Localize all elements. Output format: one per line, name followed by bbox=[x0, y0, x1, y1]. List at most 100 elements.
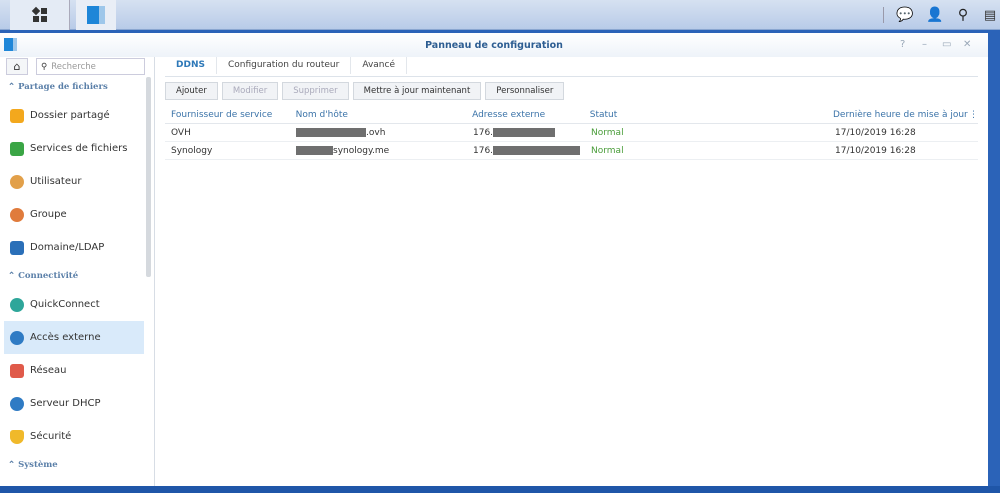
search-input[interactable]: ⚲ Recherche bbox=[36, 58, 145, 75]
domain-icon bbox=[10, 240, 24, 255]
file-services-icon bbox=[10, 141, 24, 156]
sidebar-item-domaine-ldap[interactable]: Domaine/LDAP bbox=[4, 231, 144, 264]
close-button[interactable]: ✕ bbox=[963, 39, 971, 50]
section-label: Système bbox=[18, 460, 58, 470]
customize-button[interactable]: Personnaliser bbox=[485, 82, 565, 100]
sidebar-item-groupe[interactable]: Groupe bbox=[4, 198, 144, 231]
folder-share-icon bbox=[10, 108, 24, 123]
delete-button[interactable]: Supprimer bbox=[282, 82, 349, 100]
cell-status: Normal bbox=[591, 127, 624, 138]
home-button[interactable]: ⌂ bbox=[6, 58, 28, 75]
desktop-bottom-edge bbox=[0, 486, 1000, 493]
taskbar: 💬 👤 ⚲ ▤ bbox=[0, 0, 1000, 30]
column-header-status[interactable]: Statut bbox=[584, 110, 827, 120]
redaction bbox=[296, 145, 333, 155]
divider bbox=[883, 7, 884, 23]
toolbar: Ajouter Modifier Supprimer Mettre à jour… bbox=[165, 82, 565, 100]
sidebar-item-securite[interactable]: Sécurité bbox=[4, 420, 144, 453]
sidebar-item-label: Sécurité bbox=[30, 431, 72, 442]
sidebar-item-quickconnect[interactable]: QuickConnect bbox=[4, 288, 144, 321]
add-button[interactable]: Ajouter bbox=[165, 82, 218, 100]
cell-status: Normal bbox=[591, 145, 624, 156]
column-menu-icon[interactable]: ⋮ bbox=[963, 110, 978, 120]
address-prefix: 176. bbox=[473, 145, 494, 156]
sidebar-item-serveur-dhcp[interactable]: Serveur DHCP bbox=[4, 387, 144, 420]
cell-updated: 17/10/2019 16:28 bbox=[835, 127, 916, 138]
sidebar-item-utilisateur[interactable]: Utilisateur bbox=[4, 165, 144, 198]
ddns-table: Fournisseur de service Nom d'hôte Adress… bbox=[165, 106, 978, 160]
main-menu-button[interactable] bbox=[10, 0, 70, 30]
window-title: Panneau de configuration bbox=[425, 40, 563, 51]
table-row[interactable]: Synology synology.me 176. Normal 17/10/2… bbox=[165, 142, 978, 160]
column-header-address[interactable]: Adresse externe bbox=[466, 110, 584, 120]
sidebar: ⌂ ⚲ Recherche ⌃ Partage de fichiers Dossi… bbox=[0, 57, 155, 486]
network-icon bbox=[10, 363, 24, 378]
cell-address: 176. bbox=[467, 145, 585, 156]
maximize-button[interactable]: ▭ bbox=[942, 39, 951, 50]
user-icon bbox=[10, 174, 24, 189]
cell-updated: 17/10/2019 16:28 bbox=[835, 145, 916, 156]
cell-hostname: synology.me bbox=[290, 145, 467, 156]
globe-icon bbox=[10, 330, 24, 345]
search-icon: ⚲ bbox=[41, 61, 48, 72]
sidebar-item-label: Utilisateur bbox=[30, 176, 82, 187]
help-button[interactable]: ? bbox=[900, 39, 905, 50]
sidebar-item-acces-externe[interactable]: Accès externe bbox=[4, 321, 144, 354]
column-header-provider[interactable]: Fournisseur de service bbox=[165, 110, 290, 120]
tab-bar: DDNS Configuration du routeur Avancé bbox=[165, 57, 978, 77]
search-placeholder: Recherche bbox=[51, 61, 96, 72]
dhcp-icon bbox=[10, 396, 24, 411]
table-header: Fournisseur de service Nom d'hôte Adress… bbox=[165, 106, 978, 124]
column-header-hostname[interactable]: Nom d'hôte bbox=[290, 110, 466, 120]
sidebar-item-label: QuickConnect bbox=[30, 299, 100, 310]
sidebar-item-label: Services de fichiers bbox=[30, 143, 128, 154]
main-panel: DDNS Configuration du routeur Avancé Ajo… bbox=[165, 57, 978, 486]
sidebar-item-dossier-partage[interactable]: Dossier partagé bbox=[4, 99, 144, 132]
redaction bbox=[493, 145, 581, 155]
sidebar-item-label: Groupe bbox=[30, 209, 67, 220]
cell-provider: OVH bbox=[171, 127, 191, 138]
column-header-updated[interactable]: Dernière heure de mise à jour bbox=[827, 110, 968, 120]
quickconnect-icon bbox=[10, 297, 24, 312]
section-partage-de-fichiers[interactable]: ⌃ Partage de fichiers bbox=[8, 82, 108, 92]
address-prefix: 176. bbox=[473, 127, 494, 138]
control-panel-taskbar-button[interactable] bbox=[76, 0, 116, 30]
sidebar-scrollbar[interactable] bbox=[146, 77, 151, 277]
sidebar-item-label: Domaine/LDAP bbox=[30, 242, 105, 253]
section-connectivite[interactable]: ⌃ Connectivité bbox=[8, 271, 78, 281]
redaction bbox=[296, 127, 366, 137]
main-menu-icon bbox=[31, 6, 47, 22]
widgets-icon[interactable]: ▤ bbox=[980, 0, 1000, 30]
update-now-button[interactable]: Mettre à jour maintenant bbox=[352, 82, 482, 100]
chat-icon[interactable]: 💬 bbox=[895, 0, 915, 30]
hostname-suffix: .ovh bbox=[366, 127, 386, 138]
sidebar-item-reseau[interactable]: Réseau bbox=[4, 354, 144, 387]
title-bar[interactable]: Panneau de configuration ? – ▭ ✕ bbox=[0, 33, 988, 57]
section-systeme[interactable]: ⌃ Système bbox=[8, 460, 58, 470]
minimize-button[interactable]: – bbox=[922, 39, 927, 50]
redaction bbox=[493, 127, 556, 137]
section-label: Connectivité bbox=[18, 271, 79, 281]
hostname-suffix: synology.me bbox=[333, 145, 390, 156]
sidebar-item-label: Accès externe bbox=[30, 332, 101, 343]
search-icon[interactable]: ⚲ bbox=[953, 0, 973, 30]
tab-ddns[interactable]: DDNS bbox=[165, 57, 217, 74]
sidebar-item-label: Réseau bbox=[30, 365, 67, 376]
sidebar-item-services-de-fichiers[interactable]: Services de fichiers bbox=[4, 132, 144, 165]
cell-provider: Synology bbox=[171, 145, 213, 156]
control-panel-window: Panneau de configuration ? – ▭ ✕ ⌂ ⚲ Rech… bbox=[0, 33, 988, 486]
cell-hostname: .ovh bbox=[290, 127, 467, 138]
sidebar-item-label: Serveur DHCP bbox=[30, 398, 101, 409]
group-icon bbox=[10, 207, 24, 222]
control-panel-icon bbox=[87, 6, 105, 24]
table-row[interactable]: OVH .ovh 176. Normal 17/10/2019 16:28 bbox=[165, 124, 978, 142]
section-label: Partage de fichiers bbox=[18, 82, 108, 92]
cell-address: 176. bbox=[467, 127, 585, 138]
shield-icon bbox=[10, 429, 24, 444]
tab-avance[interactable]: Avancé bbox=[351, 57, 407, 74]
sidebar-item-label: Dossier partagé bbox=[30, 110, 110, 121]
home-icon: ⌂ bbox=[13, 60, 21, 73]
edit-button[interactable]: Modifier bbox=[221, 82, 279, 100]
user-icon[interactable]: 👤 bbox=[925, 0, 945, 30]
tab-configuration-du-routeur[interactable]: Configuration du routeur bbox=[217, 57, 352, 74]
